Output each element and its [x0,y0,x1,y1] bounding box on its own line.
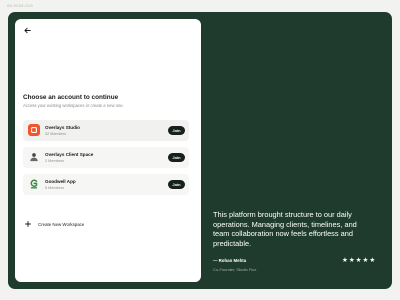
testimonial-quote: This platform brought structure to our d… [213,210,357,248]
goodwell-logo-icon [28,178,40,190]
card-title: Choose an account to continue [23,94,119,101]
account-row-goodwell-app[interactable]: Goodwell App 5 Members Join [23,174,189,195]
create-workspace-label: Create New Workspace [38,221,85,227]
star-icon: ★ [362,257,369,264]
join-button[interactable]: Join [168,126,185,135]
account-name: Goodwell App [45,179,76,184]
star-icon: ★ [369,257,376,264]
account-name: Overlays Studio [45,125,80,130]
account-row-overlays-client-space[interactable]: Overlays Client Space 2 Members Join [23,147,189,168]
join-button[interactable]: Join [168,180,185,189]
account-row-overlays-studio[interactable]: Overlays Studio 32 Members Join [23,120,189,141]
testimonial-role: Co-Founder, Studio Flux [213,267,257,272]
overlays-logo-icon [28,124,40,136]
star-icon: ★ [342,257,348,264]
account-members: 32 Members [45,132,67,136]
plus-icon [23,219,33,229]
testimonial-author: — Rohan Mehta [213,258,247,263]
join-button[interactable]: Join [168,153,185,162]
back-arrow-icon[interactable] [23,26,31,34]
account-members: 5 Members [45,186,64,190]
avatar-icon [28,151,40,163]
rating-stars: ★ ★ ★ ★ ★ [342,257,375,264]
card-subtitle: Access your existing workspaces or creat… [23,103,124,108]
account-members: 2 Members [45,159,64,163]
create-workspace-button[interactable]: Create New Workspace [23,219,143,229]
star-icon: ★ [355,257,362,264]
page-label: 06-0024-015 [7,3,33,8]
account-chooser-card: Choose an account to continue Access you… [15,19,201,282]
account-name: Overlays Client Space [45,152,94,157]
star-icon: ★ [348,257,355,264]
